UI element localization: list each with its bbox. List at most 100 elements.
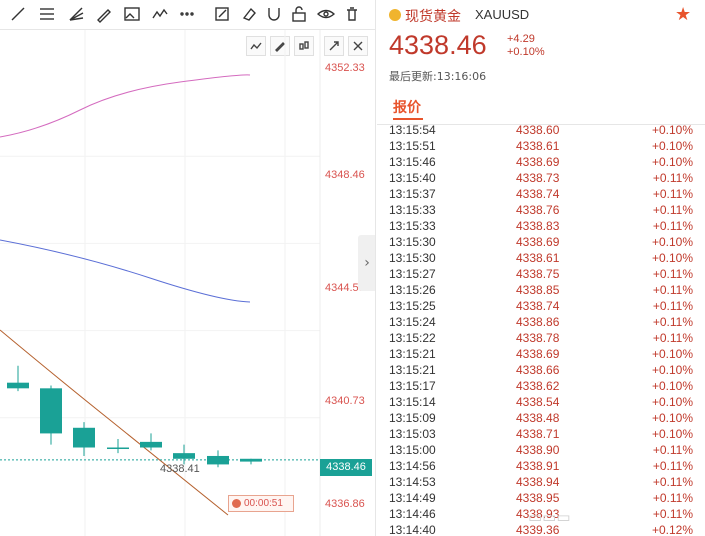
tick-price: 4338.91: [516, 459, 560, 473]
tick-percent: +0.11%: [652, 299, 693, 313]
tick-time: 13:14:40: [389, 523, 436, 536]
tick-row: 13:15:21 4338.66 +0.10%: [377, 362, 705, 378]
tick-row: 13:15:14 4338.54 +0.10%: [377, 394, 705, 410]
tick-row: 13:15:54 4338.60 +0.10%: [377, 122, 705, 138]
tick-price: 4338.62: [516, 379, 560, 393]
fibonacci-icon[interactable]: [37, 4, 57, 24]
tick-percent: +0.11%: [652, 491, 693, 505]
tick-row: 13:15:09 4338.48 +0.10%: [377, 410, 705, 426]
tick-percent: +0.10%: [651, 235, 693, 249]
countdown-text: 00:00:51: [244, 498, 283, 509]
tick-row: 13:15:17 4338.62 +0.10%: [377, 378, 705, 394]
tick-time: 13:15:17: [389, 379, 436, 393]
y-tick-label: 4336.86: [325, 498, 365, 510]
drawing-toolbar: [0, 0, 375, 30]
tick-row: 13:15:27 4338.75 +0.11%: [377, 266, 705, 282]
tick-price: 4338.69: [516, 235, 560, 249]
tick-time: 13:15:09: [389, 411, 436, 425]
tick-price: 4338.69: [516, 155, 560, 169]
candle-body: [240, 458, 262, 462]
tick-time: 13:15:37: [389, 187, 436, 201]
price-change: +4.29 +0.10%: [507, 33, 545, 59]
last-price-label: 4338.41: [160, 463, 200, 475]
tick-percent: +0.11%: [652, 443, 693, 457]
eraser-icon[interactable]: [239, 4, 259, 24]
collapse-panel-button[interactable]: ›: [358, 235, 375, 291]
tick-percent: +0.11%: [652, 187, 693, 201]
more-icon[interactable]: [177, 4, 197, 24]
tick-price: 4338.94: [516, 475, 560, 489]
tick-time: 13:15:30: [389, 235, 436, 249]
tick-percent: +0.11%: [652, 219, 693, 233]
tick-row: 13:15:33 4338.83 +0.11%: [377, 218, 705, 234]
tick-percent: +0.10%: [651, 395, 693, 409]
tick-time: 13:15:30: [389, 251, 436, 265]
eye-icon[interactable]: [316, 4, 336, 24]
tick-price: 4338.61: [516, 251, 560, 265]
tick-row: 13:14:56 4338.91 +0.11%: [377, 458, 705, 474]
change-percent: +0.10%: [507, 46, 545, 58]
tick-price: 4338.66: [516, 363, 560, 377]
tick-price: 4338.54: [516, 395, 560, 409]
tick-percent: +0.10%: [651, 251, 693, 265]
tick-row: 13:15:24 4338.86 +0.11%: [377, 314, 705, 330]
tick-price: 4338.73: [516, 171, 560, 185]
tick-percent: +0.11%: [652, 475, 693, 489]
tick-price: 4338.48: [516, 411, 560, 425]
tick-percent: +0.11%: [652, 315, 693, 329]
tick-row: 13:15:26 4338.85 +0.11%: [377, 282, 705, 298]
trash-icon[interactable]: [342, 4, 362, 24]
edit-note-icon[interactable]: [212, 4, 232, 24]
tick-time: 13:15:27: [389, 267, 436, 281]
tick-list[interactable]: 13:15:54 4338.60 +0.10% 13:15:51 4338.61 +0.1…: [377, 122, 705, 536]
tick-row: 13:15:21 4338.69 +0.10%: [377, 346, 705, 362]
tick-price: 4338.61: [516, 139, 560, 153]
candlestick-chart[interactable]: 4352.33 4348.46 4344.59 4340.73 4336.86 …: [0, 30, 375, 536]
tick-time: 13:15:21: [389, 363, 436, 377]
ma-line-pink: [0, 74, 251, 138]
chart-panel: 4352.33 4348.46 4344.59 4340.73 4336.86 …: [0, 0, 376, 536]
tick-price: 4338.60: [516, 123, 560, 137]
tick-time: 13:15:33: [389, 203, 436, 217]
gold-icon: [389, 9, 401, 21]
tick-row: 13:15:33 4338.76 +0.11%: [377, 202, 705, 218]
tick-row: 13:15:30 4338.61 +0.10%: [377, 250, 705, 266]
tick-time: 13:15:26: [389, 283, 436, 297]
app-root: 4352.33 4348.46 4344.59 4340.73 4336.86 …: [0, 0, 705, 536]
tab-quotes[interactable]: 报价: [393, 97, 421, 117]
fan-icon[interactable]: [66, 4, 86, 24]
tick-percent: +0.10%: [651, 427, 693, 441]
wave-icon[interactable]: [150, 4, 170, 24]
instrument-symbol: XAUUSD: [475, 7, 530, 22]
pen-icon[interactable]: [94, 4, 114, 24]
tick-row: 13:15:46 4338.69 +0.10%: [377, 154, 705, 170]
tick-percent: +0.11%: [652, 459, 693, 473]
tick-time: 13:14:46: [389, 507, 436, 521]
tick-price: 4338.71: [516, 427, 560, 441]
tick-row: 13:15:37 4338.74 +0.11%: [377, 186, 705, 202]
y-tick-label: 4352.33: [325, 62, 365, 74]
tick-row: 13:15:30 4338.69 +0.10%: [377, 234, 705, 250]
magnet-icon[interactable]: [264, 4, 284, 24]
tick-price: 4338.74: [516, 187, 560, 201]
tick-price: 4338.95: [516, 491, 560, 505]
tick-time: 13:15:14: [389, 395, 436, 409]
tick-time: 13:15:21: [389, 347, 436, 361]
candle-body: [40, 388, 62, 434]
tick-row: 13:15:51 4338.61 +0.10%: [377, 138, 705, 154]
tick-price: 4338.69: [516, 347, 560, 361]
watermark: ▭▭▭: [528, 508, 571, 526]
tick-price: 4338.85: [516, 283, 560, 297]
tick-row: 13:15:03 4338.71 +0.10%: [377, 426, 705, 442]
tick-row: 13:14:53 4338.94 +0.11%: [377, 474, 705, 490]
tick-time: 13:15:51: [389, 139, 436, 153]
trend-line-icon[interactable]: [8, 4, 28, 24]
favorite-star-icon[interactable]: ★: [675, 6, 691, 24]
unlock-icon[interactable]: [289, 4, 309, 24]
tick-time: 13:15:25: [389, 299, 436, 313]
tick-percent: +0.11%: [652, 267, 693, 281]
instrument-name: 现货黄金: [405, 9, 461, 25]
current-price-marker: 4338.46: [320, 459, 372, 476]
image-icon[interactable]: [122, 4, 142, 24]
tick-row: 13:14:49 4338.95 +0.11%: [377, 490, 705, 506]
